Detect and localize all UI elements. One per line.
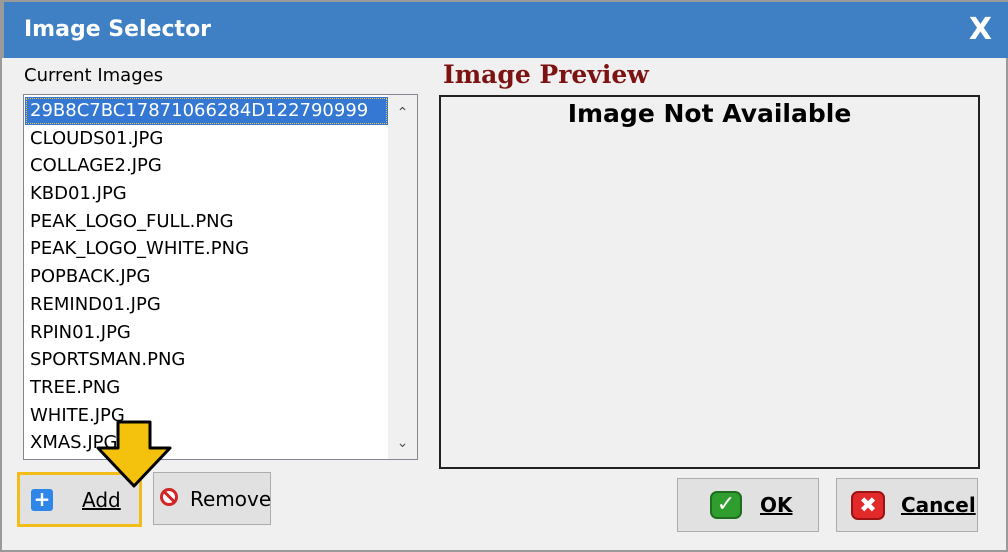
no-entry-icon [160,488,178,506]
cancel-button[interactable]: ✖ Cancel [836,478,978,532]
list-item[interactable]: KBD01.JPG [25,180,388,208]
cancel-button-label: Cancel [901,493,976,517]
list-item[interactable]: WHITE.JPG [25,402,388,430]
image-preview-pane: Image Not Available [439,95,980,469]
list-item[interactable]: PEAK_LOGO_FULL.PNG [25,208,388,236]
list-item[interactable]: SPORTSMAN.PNG [25,346,388,374]
ok-button-label: OK [760,493,793,517]
check-icon: ✓ [710,491,742,519]
images-list: 29B8C7BC17871066284D122790999 CLOUDS01.JP… [25,97,388,457]
list-scrollbar[interactable]: ⌃ ⌄ [388,95,417,459]
list-item[interactable]: XMAS.JPG [25,429,388,457]
list-item[interactable]: 29B8C7BC17871066284D122790999 [25,97,388,125]
title-bar: Image Selector X [2,0,1008,58]
add-button-label: Add [82,488,121,512]
list-item[interactable]: REMIND01.JPG [25,291,388,319]
images-listbox[interactable]: 29B8C7BC17871066284D122790999 CLOUDS01.JP… [23,94,418,460]
x-icon: ✖ [851,491,885,520]
list-item[interactable]: CLOUDS01.JPG [25,125,388,153]
dialog-title: Image Selector [24,17,212,42]
image-selector-dialog: Image Selector X Current Images 29B8C7BC… [0,0,1008,552]
scroll-up-icon[interactable]: ⌃ [388,101,417,125]
list-item[interactable]: RPIN01.JPG [25,319,388,347]
image-preview-heading: Image Preview [443,60,649,89]
remove-button-label: Remove [190,487,272,511]
list-item[interactable]: TREE.PNG [25,374,388,402]
list-item[interactable]: COLLAGE2.JPG [25,152,388,180]
current-images-label: Current Images [24,65,164,86]
scroll-down-icon[interactable]: ⌄ [388,431,417,455]
close-button[interactable]: X [969,12,992,47]
ok-button[interactable]: ✓ OK [677,478,819,532]
list-item[interactable]: POPBACK.JPG [25,263,388,291]
pointer-arrow-icon [96,420,172,488]
image-not-available-message: Image Not Available [567,99,852,128]
list-item[interactable]: PEAK_LOGO_WHITE.PNG [25,235,388,263]
plus-icon: + [31,489,53,511]
